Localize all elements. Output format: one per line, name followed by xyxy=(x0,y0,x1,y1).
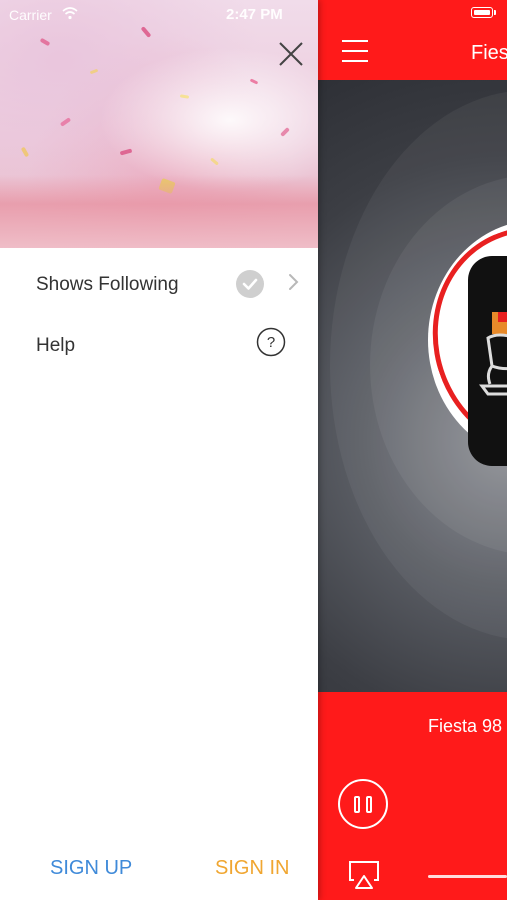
pause-button[interactable] xyxy=(338,779,388,829)
carrier-label: Carrier xyxy=(9,7,52,23)
sign-in-button[interactable]: SIGN IN xyxy=(215,857,289,880)
station-artwork xyxy=(318,80,507,692)
now-playing-label: Fiesta 98 xyxy=(428,716,503,736)
battery-nub xyxy=(494,10,496,15)
hamburger-menu-icon[interactable] xyxy=(342,40,368,62)
sign-up-button[interactable]: SIGN UP xyxy=(50,857,132,880)
crowd-silhouette xyxy=(0,175,318,248)
menu-item-help[interactable]: Help ? xyxy=(0,321,318,371)
confetti xyxy=(59,117,72,127)
drawer-header-image: Carrier 2:47 PM xyxy=(0,0,318,248)
confetti xyxy=(249,78,259,85)
close-icon[interactable] xyxy=(276,39,306,69)
confetti xyxy=(280,127,290,137)
menu-item-label: Help xyxy=(36,335,76,356)
volume-slider[interactable] xyxy=(428,875,507,878)
confetti xyxy=(20,146,30,158)
status-time: 2:47 PM xyxy=(226,6,283,23)
battery-icon xyxy=(471,7,493,18)
confetti xyxy=(39,37,51,47)
help-icon: ? xyxy=(256,327,286,357)
checkmark-icon xyxy=(236,270,264,298)
menu-item-label: Shows Following xyxy=(36,274,179,295)
confetti xyxy=(179,94,190,99)
confetti xyxy=(210,157,219,166)
chevron-right-icon xyxy=(289,274,299,290)
pause-bar-left xyxy=(354,796,360,813)
wifi-icon xyxy=(62,7,78,20)
player-panel: Fies Fiesta 98 xyxy=(318,0,507,900)
pause-bar-right xyxy=(366,796,372,813)
confetti xyxy=(89,68,99,75)
menu-item-shows-following[interactable]: Shows Following xyxy=(0,260,318,310)
confetti xyxy=(140,26,152,38)
player-status-bar xyxy=(318,0,507,28)
station-logo-mark-icon xyxy=(479,312,507,396)
confetti xyxy=(119,148,133,156)
airplay-icon[interactable] xyxy=(348,860,380,890)
side-drawer: Carrier 2:47 PM Shows Following Help ? S… xyxy=(0,0,318,900)
player-title: Fies xyxy=(471,42,507,64)
svg-text:?: ? xyxy=(267,334,275,351)
